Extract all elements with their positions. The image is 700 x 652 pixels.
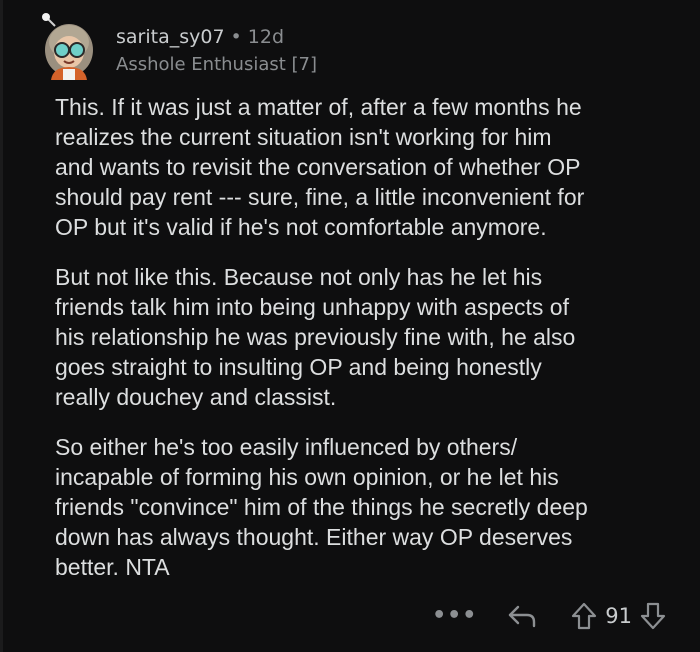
thread-line[interactable]	[0, 0, 3, 652]
meta-separator: •	[230, 26, 242, 48]
reply-icon	[509, 605, 536, 628]
reply-button[interactable]	[507, 603, 537, 629]
upvote-button[interactable]	[571, 602, 597, 630]
comment-actions: ••• 91	[432, 598, 666, 634]
comment-paragraph: So either he's too easily influenced by …	[55, 434, 588, 580]
username[interactable]: sarita_sy07	[116, 26, 225, 48]
user-flair: Asshole Enthusiast [7]	[116, 54, 318, 75]
comment-meta: sarita_sy07 • 12d Asshole Enthusiast [7]	[116, 26, 317, 76]
downvote-icon	[640, 602, 666, 630]
avatar-icon	[42, 13, 93, 80]
comment: sarita_sy07 • 12d Asshole Enthusiast [7] T…	[0, 0, 700, 652]
comment-paragraph: But not like this. Because not only has …	[55, 264, 576, 410]
comment-age: 12d	[247, 26, 285, 48]
vote-score: 91	[605, 604, 632, 628]
avatar[interactable]	[37, 12, 103, 80]
comment-paragraph: This. If it was just a matter of, after …	[55, 94, 585, 240]
upvote-icon	[572, 602, 597, 630]
more-button[interactable]: •••	[432, 603, 478, 628]
downvote-button[interactable]	[640, 602, 666, 630]
comment-body: This. If it was just a matter of, after …	[55, 92, 695, 602]
more-icon: •••	[432, 603, 478, 628]
